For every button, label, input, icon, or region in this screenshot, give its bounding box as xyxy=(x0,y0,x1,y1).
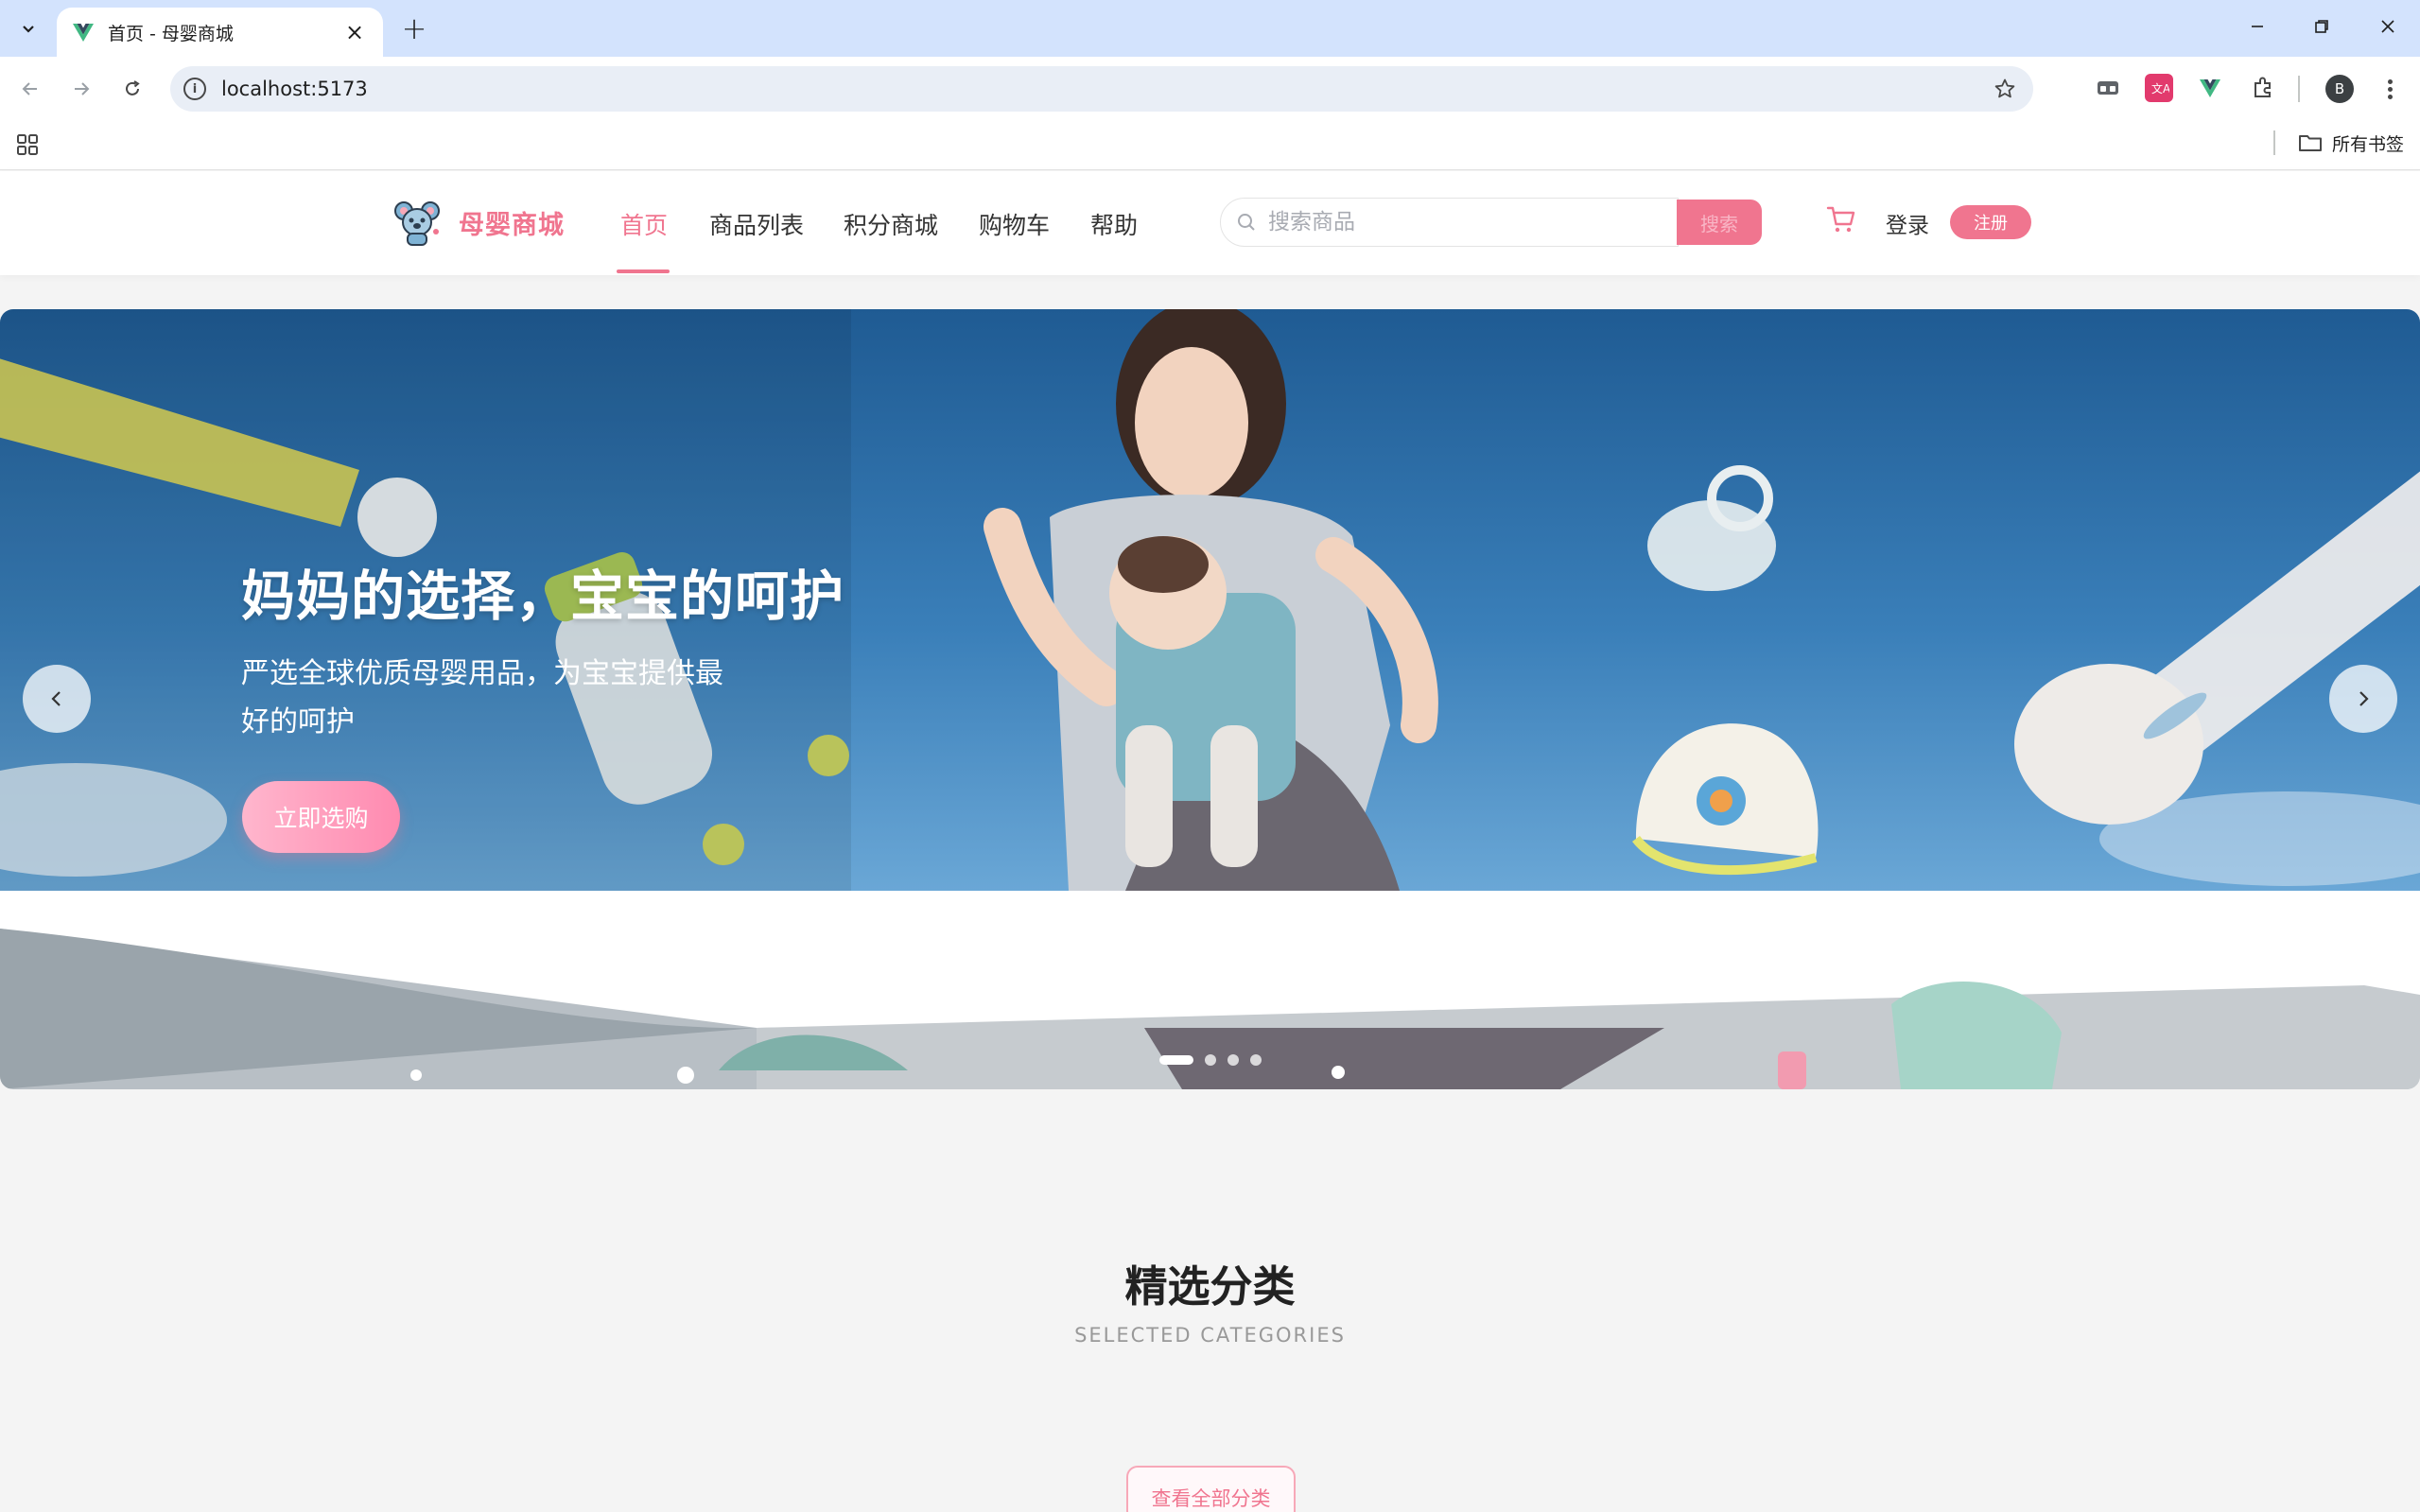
koala-logo-icon xyxy=(394,201,440,246)
chevron-left-icon xyxy=(51,691,61,706)
vue-favicon-icon xyxy=(73,24,94,42)
site-info-icon[interactable]: i xyxy=(183,78,206,100)
tab-close-icon[interactable]: × xyxy=(341,19,368,45)
logo-text: 母婴商城 xyxy=(459,210,565,240)
bookmark-star-icon[interactable] xyxy=(1993,78,2016,100)
shop-now-button[interactable]: 立即选购 xyxy=(242,781,400,853)
hero-subtitle: 严选全球优质母婴用品，为宝宝提供最好的呵护 xyxy=(241,657,723,739)
all-bookmarks-label: 所有书签 xyxy=(2332,133,2405,155)
carousel-dot-3[interactable] xyxy=(1227,1054,1239,1066)
carousel-dot-2[interactable] xyxy=(1205,1054,1216,1066)
browser-menu-icon[interactable] xyxy=(2376,74,2404,104)
restore-button[interactable] xyxy=(2298,8,2345,45)
nav-cart[interactable]: 购物车 xyxy=(979,207,1050,241)
carousel-dot-1[interactable] xyxy=(1159,1055,1193,1065)
forward-button[interactable] xyxy=(62,70,100,108)
cart-icon[interactable] xyxy=(1825,203,1857,235)
carousel-next-button[interactable] xyxy=(2329,665,2397,733)
close-icon xyxy=(2381,20,2394,33)
active-nav-underline xyxy=(617,269,670,273)
reading-mode-icon[interactable] xyxy=(2094,74,2122,102)
nav-points-mall[interactable]: 积分商城 xyxy=(844,207,938,241)
carousel-dot-4[interactable] xyxy=(1250,1054,1262,1066)
site-logo[interactable]: 母婴商城 xyxy=(392,198,565,247)
browser-tab-bar: 首页 - 母婴商城 × + xyxy=(0,0,2420,57)
back-button[interactable] xyxy=(11,70,49,108)
carousel-indicators xyxy=(1159,1054,1273,1066)
categories-title: 精选分类 xyxy=(1124,1261,1296,1312)
toolbar-divider xyxy=(2298,76,2300,102)
carousel-prev-button[interactable] xyxy=(23,665,91,733)
nav-product-list[interactable]: 商品列表 xyxy=(709,207,804,241)
categories-subtitle: SELECTED CATEGORIES xyxy=(1074,1324,1346,1347)
restore-icon xyxy=(2315,20,2328,33)
puzzle-extensions-icon[interactable] xyxy=(2249,74,2277,102)
search-icon xyxy=(1238,214,1255,231)
tab-search-button[interactable] xyxy=(9,11,47,45)
apps-grid-icon[interactable] xyxy=(15,132,40,157)
chevron-right-icon xyxy=(2359,691,2369,706)
nav-home[interactable]: 首页 xyxy=(620,207,668,241)
all-bookmarks-folder[interactable]: 所有书签 xyxy=(2298,129,2404,157)
bookmarks-bar: 所有书签 xyxy=(0,119,2420,170)
minimize-button[interactable] xyxy=(2234,8,2281,45)
folder-icon xyxy=(2299,135,2322,151)
minimize-icon xyxy=(2252,26,2263,27)
hero-title: 妈妈的选择，宝宝的呵护 xyxy=(241,565,844,628)
view-all-categories-button[interactable]: 查看全部分类 xyxy=(1126,1466,1296,1512)
browser-tab-active[interactable]: 首页 - 母婴商城 × xyxy=(57,8,383,57)
search-box xyxy=(1220,198,1679,247)
vue-devtools-icon[interactable] xyxy=(2196,74,2224,102)
back-arrow-icon xyxy=(22,82,37,96)
chevron-down-icon xyxy=(23,26,34,33)
search-input[interactable] xyxy=(1268,210,1628,235)
new-tab-button[interactable]: + xyxy=(395,10,433,46)
translate-extension-icon[interactable]: 文A xyxy=(2145,74,2173,102)
address-bar[interactable]: i localhost:5173 xyxy=(170,66,2033,112)
nav-help[interactable]: 帮助 xyxy=(1090,207,1138,241)
hero-carousel: 妈妈的选择，宝宝的呵护 严选全球优质母婴用品，为宝宝提供最好的呵护 立即选购 xyxy=(0,309,2420,1089)
forward-arrow-icon xyxy=(75,82,90,96)
close-window-button[interactable] xyxy=(2364,8,2411,45)
profile-avatar[interactable]: B xyxy=(2325,75,2354,103)
reload-button[interactable] xyxy=(113,70,151,108)
svg-text:文A: 文A xyxy=(2151,81,2169,96)
reload-icon xyxy=(126,80,140,96)
login-link[interactable]: 登录 xyxy=(1886,207,1929,239)
address-url: localhost:5173 xyxy=(221,78,368,100)
site-header: 母婴商城 首页 商品列表 积分商城 购物车 帮助 搜索 登录 注册 xyxy=(0,171,2420,275)
bookmarks-divider xyxy=(2273,130,2275,155)
browser-toolbar: i localhost:5173 文A xyxy=(0,57,2420,119)
search-button[interactable]: 搜索 xyxy=(1677,200,1762,245)
tab-title: 首页 - 母婴商城 xyxy=(108,23,234,44)
register-button[interactable]: 注册 xyxy=(1950,205,2031,239)
